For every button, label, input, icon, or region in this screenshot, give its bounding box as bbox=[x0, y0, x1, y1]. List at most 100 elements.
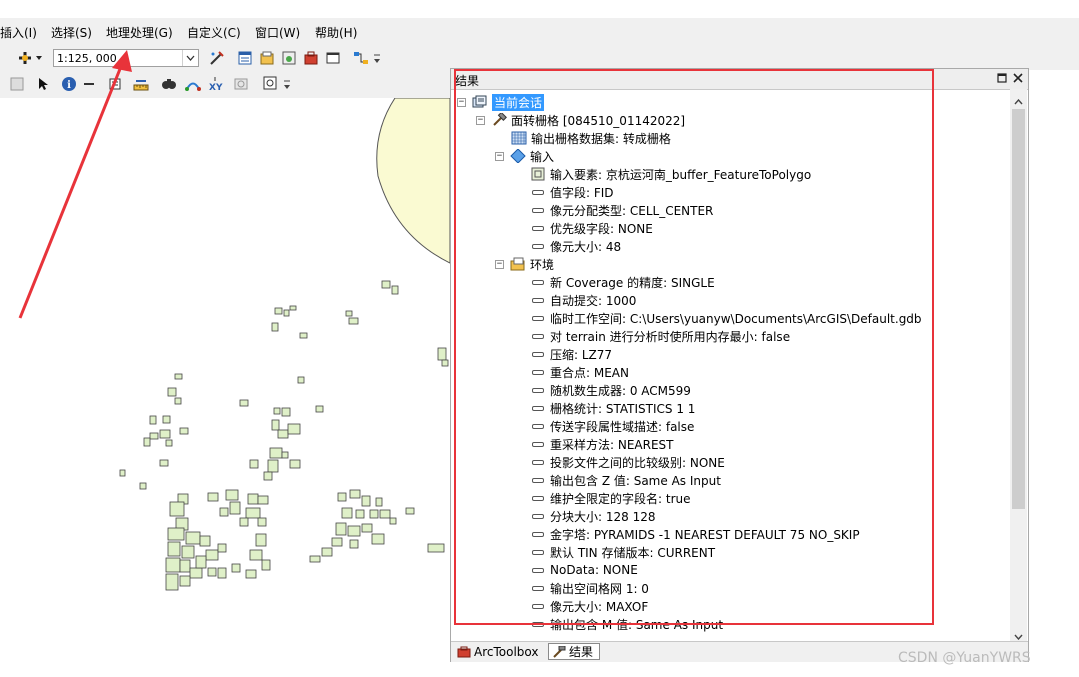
parameter-icon bbox=[530, 545, 546, 559]
menu-geoprocessing[interactable]: 地理处理(G) bbox=[106, 24, 173, 41]
tree-node-env-setting[interactable]: 传送字段属性域描述: false bbox=[530, 417, 694, 435]
map-view[interactable] bbox=[0, 97, 451, 674]
tab-results[interactable]: 结果 bbox=[548, 643, 600, 660]
feature-class-icon bbox=[530, 167, 546, 181]
clear-selection-icon[interactable] bbox=[8, 75, 26, 93]
tree-node-env-setting[interactable]: 压缩: LZ77 bbox=[530, 345, 612, 363]
svg-text:XY: XY bbox=[209, 83, 223, 92]
env-setting-label: 新 Coverage 的精度: SINGLE bbox=[550, 275, 715, 290]
tree-node-inputs[interactable]: − 输入 bbox=[495, 147, 554, 165]
tree-node-tool[interactable]: − 面转栅格 [084510_01142022] bbox=[476, 111, 685, 129]
env-setting-label: 输出包含 Z 值: Same As Input bbox=[550, 473, 721, 488]
close-icon[interactable] bbox=[1011, 71, 1025, 85]
tree-node-env-setting[interactable]: 分块大小: 128 128 bbox=[530, 507, 655, 525]
hyperlink-icon[interactable] bbox=[80, 75, 98, 93]
menu-insert[interactable]: 插入(I) bbox=[0, 24, 37, 41]
env-setting-label: 分块大小: 128 128 bbox=[550, 509, 656, 524]
find-route-icon[interactable] bbox=[184, 75, 202, 93]
maximize-icon[interactable] bbox=[995, 71, 1009, 85]
select-elements-icon[interactable] bbox=[34, 75, 52, 93]
tree-node-input-param[interactable]: 优先级字段: NONE bbox=[530, 219, 653, 237]
tree-node-env-setting[interactable]: 输出空间格网 1: 0 bbox=[530, 579, 649, 597]
chevron-down-icon[interactable] bbox=[182, 50, 198, 66]
time-slider-icon[interactable] bbox=[232, 75, 250, 93]
python-window-icon[interactable] bbox=[324, 49, 342, 67]
input-param-label: 优先级字段: NONE bbox=[550, 221, 653, 236]
results-panel-titlebar: 结果 bbox=[451, 69, 1028, 90]
identify-icon[interactable]: i bbox=[60, 75, 78, 93]
add-data-dropdown-icon[interactable] bbox=[34, 49, 44, 67]
go-to-xy-icon[interactable]: XY bbox=[206, 75, 224, 93]
tree-node-env-setting[interactable]: 栅格统计: STATISTICS 1 1 bbox=[530, 399, 695, 417]
menu-help[interactable]: 帮助(H) bbox=[315, 24, 357, 41]
diamond-icon bbox=[510, 149, 526, 163]
results-tree[interactable]: − 当前会话 − 面转栅格 [084510_01142022] 输出栅格数据集:… bbox=[451, 89, 1011, 641]
menu-selection[interactable]: 选择(S) bbox=[51, 24, 92, 41]
magnifier-icon[interactable] bbox=[262, 75, 280, 93]
tree-node-input-param[interactable]: 值字段: FID bbox=[530, 183, 614, 201]
collapse-icon[interactable]: − bbox=[457, 97, 466, 107]
modelbuilder-icon[interactable] bbox=[352, 49, 370, 67]
parameter-icon bbox=[530, 455, 546, 469]
tree-node-env-setting[interactable]: 金字塔: PYRAMIDS -1 NEAREST DEFAULT 75 NO_S… bbox=[530, 525, 860, 543]
tree-node-session[interactable]: − 当前会话 bbox=[457, 93, 545, 111]
table-of-contents-icon[interactable] bbox=[236, 49, 254, 67]
raster-grid-icon bbox=[511, 131, 527, 145]
tree-node-env-setting[interactable]: 维护全限定的字段名: true bbox=[530, 489, 691, 507]
vertical-scrollbar[interactable] bbox=[1010, 89, 1027, 641]
parameter-icon bbox=[530, 581, 546, 595]
menu-bar: 插入(I) 选择(S) 地理处理(G) 自定义(C) 窗口(W) 帮助(H) bbox=[0, 18, 1079, 46]
tree-node-output[interactable]: 输出栅格数据集: 转成栅格 bbox=[511, 129, 671, 147]
parameter-icon bbox=[530, 509, 546, 523]
tree-node-env-setting[interactable]: 像元大小: MAXOF bbox=[530, 597, 648, 615]
tree-node-env-setting[interactable]: 默认 TIN 存储版本: CURRENT bbox=[530, 543, 715, 561]
tree-node-env-setting[interactable]: 重合点: MEAN bbox=[530, 363, 629, 381]
collapse-icon[interactable]: − bbox=[495, 259, 504, 269]
map-scale-combo[interactable]: 1:125, 000 bbox=[53, 49, 199, 67]
tree-node-env-setting[interactable]: 新 Coverage 的精度: SINGLE bbox=[530, 273, 715, 291]
tree-node-env-setting[interactable]: NoData: NONE bbox=[530, 561, 638, 579]
tree-node-env-setting[interactable]: 自动提交: 1000 bbox=[530, 291, 636, 309]
tree-node-env-setting[interactable]: 对 terrain 进行分析时使所用内存最小: false bbox=[530, 327, 790, 345]
menu-windows[interactable]: 窗口(W) bbox=[255, 24, 300, 41]
menu-customize[interactable]: 自定义(C) bbox=[187, 24, 241, 41]
scrollbar-thumb[interactable] bbox=[1012, 109, 1025, 509]
measure-icon[interactable] bbox=[132, 75, 150, 93]
arctoolbox-icon bbox=[457, 645, 471, 659]
tree-node-env-setting[interactable]: 临时工作空间: C:\Users\yuanyw\Documents\ArcGIS… bbox=[530, 309, 922, 327]
html-popup-icon[interactable] bbox=[106, 75, 124, 93]
scroll-up-icon[interactable] bbox=[1014, 94, 1023, 108]
env-setting-label: 输出包含 M 值: Same As Input bbox=[550, 617, 724, 632]
catalog-icon[interactable] bbox=[258, 49, 276, 67]
tree-node-env-setting[interactable]: 随机数生成器: 0 ACM599 bbox=[530, 381, 691, 399]
tree-node-input-param[interactable]: 像元分配类型: CELL_CENTER bbox=[530, 201, 713, 219]
tool-label: 面转栅格 [084510_01142022] bbox=[511, 113, 686, 128]
tree-node-env-setting[interactable]: 输出包含 Z 值: Same As Input bbox=[530, 471, 721, 489]
tree-node-env-setting[interactable]: 重采样方法: NEAREST bbox=[530, 435, 674, 453]
parcel-polygons bbox=[119, 280, 449, 591]
toolbar-overflow-icon[interactable] bbox=[282, 75, 292, 93]
input-param-label: 像元分配类型: CELL_CENTER bbox=[550, 203, 714, 218]
env-setting-label: 默认 TIN 存储版本: CURRENT bbox=[550, 545, 716, 560]
tree-node-env-setting[interactable]: 输出包含 M 值: Same As Input bbox=[530, 615, 723, 633]
search-window-icon[interactable] bbox=[280, 49, 298, 67]
parameter-icon bbox=[530, 419, 546, 433]
collapse-icon[interactable]: − bbox=[476, 115, 485, 125]
toolbar-options-icon[interactable] bbox=[372, 49, 382, 67]
env-setting-label: 输出空间格网 1: 0 bbox=[550, 581, 649, 596]
map-canvas bbox=[119, 97, 451, 591]
map-scale-value: 1:125, 000 bbox=[57, 52, 117, 65]
env-setting-label: 随机数生成器: 0 ACM599 bbox=[550, 383, 691, 398]
parameter-icon bbox=[530, 329, 546, 343]
parameter-icon bbox=[530, 203, 546, 217]
tree-node-environment[interactable]: − 环境 bbox=[495, 255, 554, 273]
tree-node-input-param[interactable]: 输入要素: 京杭运河南_buffer_FeatureToPolygo bbox=[530, 165, 811, 183]
editor-icon[interactable] bbox=[208, 49, 226, 67]
arctoolbox-icon[interactable] bbox=[302, 49, 320, 67]
collapse-icon[interactable]: − bbox=[495, 151, 504, 161]
add-data-icon[interactable] bbox=[16, 49, 34, 67]
tab-arctoolbox[interactable]: ArcToolbox bbox=[454, 643, 546, 660]
find-icon[interactable] bbox=[160, 75, 178, 93]
tree-node-input-param[interactable]: 像元大小: 48 bbox=[530, 237, 621, 255]
tree-node-env-setting[interactable]: 投影文件之间的比较级别: NONE bbox=[530, 453, 725, 471]
